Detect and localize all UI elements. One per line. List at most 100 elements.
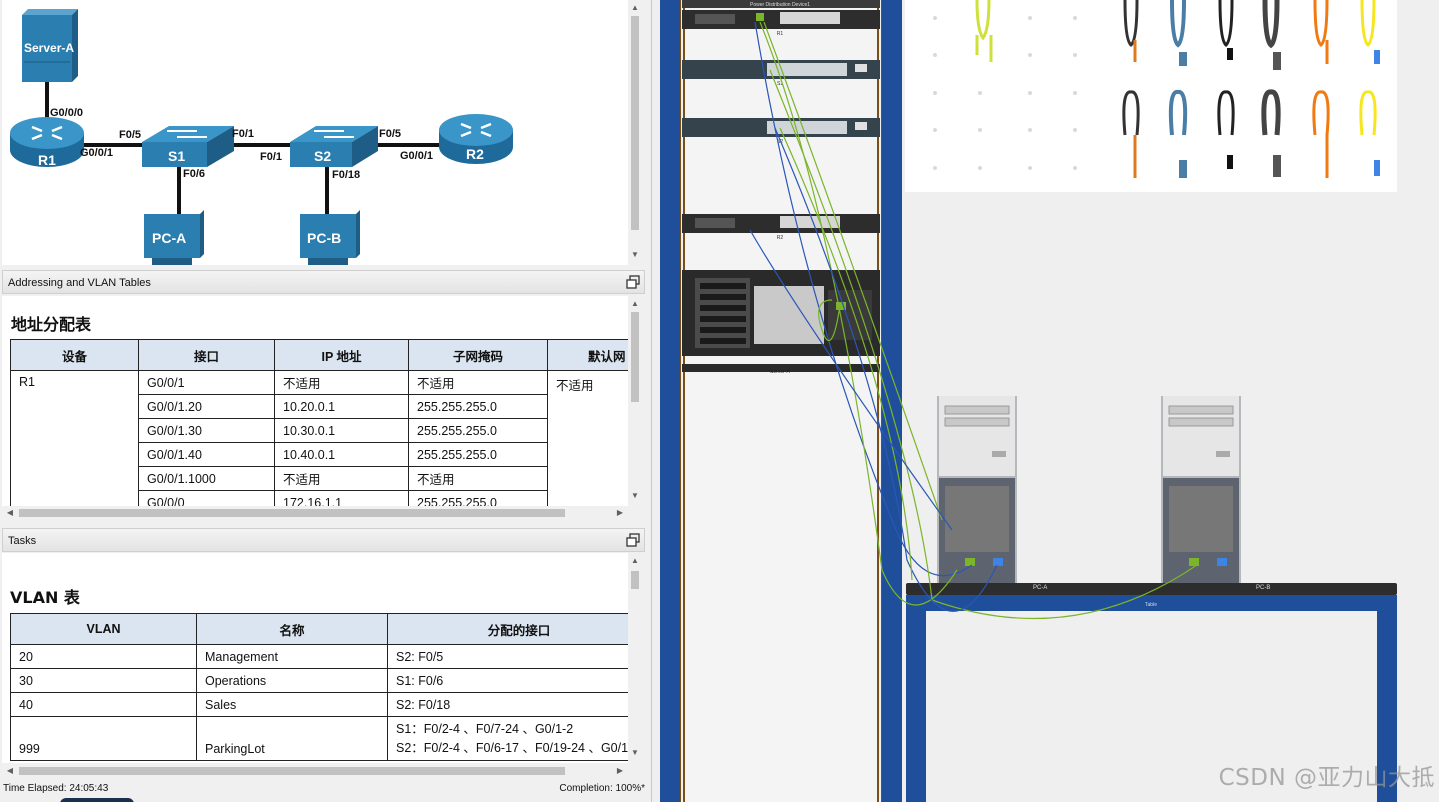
port-label: G0/0/1 [80, 147, 114, 159]
cell-mask: 255.255.255.0 [408, 442, 548, 467]
tasks-vscroll[interactable]: ▲ ▼ [628, 553, 642, 763]
cell-name: ParkingLot [196, 716, 388, 761]
cell-vlan: 40 [10, 692, 197, 717]
vlan-table: VLAN 名称 分配的接口 20 Management S2: F0/5 30 … [10, 613, 628, 761]
cell-interface: G0/0/1 [138, 370, 275, 395]
port-label: F0/5 [119, 129, 142, 141]
equipment-rack: Power Distribution Device1 R1 S1 S2 R2 S… [660, 0, 902, 802]
r2-rack-label: R2 [777, 235, 784, 241]
table-row: 40 Sales S2: F0/18 [10, 692, 628, 717]
topology-diagram: Server-A R1 S1 S2 R2 PC-A PC-B G0/0/0 F0… [2, 0, 628, 265]
cell-name: Operations [196, 668, 388, 693]
port-label: G0/0/1 [400, 150, 434, 162]
label-s2: S2 [314, 148, 332, 164]
cell-ports: S2: F0/18 [387, 692, 628, 717]
switch-s2-icon[interactable] [290, 126, 378, 167]
table-row: R1 G0/0/1 不适用 不适用 不适用 [10, 370, 628, 506]
cell-mask: 255.255.255.0 [408, 394, 548, 419]
label-r2: R2 [466, 146, 484, 162]
addressing-table-area: 地址分配表 设备 接口 IP 地址 子网掩码 默认网 R1 G0/0/1 不适用… [2, 296, 628, 506]
column-header: IP 地址 [274, 339, 409, 371]
port-label: F0/5 [379, 128, 402, 140]
cell-mask: 255.255.255.0 [408, 490, 548, 506]
cell-mask: 不适用 [408, 466, 548, 491]
cell-gateway: 不适用 [547, 370, 628, 506]
addressing-table-title: 地址分配表 [11, 315, 92, 334]
addressing-panel-title: Addressing and VLAN Tables [8, 277, 151, 289]
cable-rack-row-2[interactable] [1122, 89, 1380, 178]
cell-vlan: 30 [10, 668, 197, 693]
desk-label-pc-b: PC-B [1256, 585, 1271, 591]
restore-window-icon[interactable] [626, 275, 640, 289]
cell-ip: 不适用 [274, 466, 409, 491]
cell-interface: G0/0/0 [138, 490, 275, 506]
cell-ip: 10.20.0.1 [274, 394, 409, 419]
desk-label-pc-a: PC-A [1033, 585, 1048, 591]
pc-b-tower[interactable] [1161, 396, 1241, 584]
tasks-panel-title: Tasks [8, 535, 37, 547]
restore-window-icon[interactable] [626, 533, 640, 547]
cell-ip: 172.16.1.1 [274, 490, 409, 506]
table-row: 999 ParkingLot S1：F0/2-4 、F0/7-24 、G0/1-… [10, 716, 628, 761]
cell-name: Sales [196, 692, 388, 717]
status-indicator [60, 798, 134, 802]
cell-ports: S1：F0/2-4 、F0/7-24 、G0/1-2 S2：F0/2-4 、F0… [387, 716, 628, 761]
pdu-device[interactable]: Power Distribution Device1 [682, 0, 880, 8]
label-s1: S1 [168, 148, 186, 164]
label-pc-b: PC-B [307, 230, 342, 246]
vlan-table-area: VLAN 表 VLAN 名称 分配的接口 20 Management S2: F… [2, 553, 628, 763]
addressing-hscroll[interactable]: ◀ ▶ [2, 506, 628, 520]
cell-mask: 255.255.255.0 [408, 418, 548, 443]
server-rack-label: Server-A [770, 369, 790, 375]
packet-tracer-window: Server-A R1 S1 S2 R2 PC-A PC-B G0/0/0 F0… [0, 0, 1439, 802]
instructions-pane: Server-A R1 S1 S2 R2 PC-A PC-B G0/0/0 F0… [0, 0, 652, 802]
column-header: 设备 [10, 339, 139, 371]
port-label: F0/1 [232, 128, 255, 140]
topology-vscroll[interactable]: ▲ ▼ [628, 0, 642, 265]
table-row: 30 Operations S1: F0/6 [10, 668, 628, 693]
cell-device: R1 [10, 370, 139, 506]
time-elapsed: Time Elapsed: 24:05:43 [3, 783, 109, 794]
port-label: F0/18 [332, 169, 361, 181]
cell-ip: 10.30.0.1 [274, 418, 409, 443]
cell-mask: 不适用 [408, 370, 548, 395]
pc-a-tower[interactable] [937, 396, 1017, 584]
cell-interface: G0/0/1.1000 [138, 466, 275, 491]
ports-line: S2：F0/2-4 、F0/6-17 、F0/19-24 、G0/1 [396, 740, 628, 755]
column-header: 子网掩码 [408, 339, 548, 371]
cell-interface: G0/0/1.30 [138, 418, 275, 443]
table-row: 20 Management S2: F0/5 [10, 644, 628, 669]
column-header: 接口 [138, 339, 275, 371]
s2-rack-label: S2 [777, 139, 783, 145]
physical-workspace: Power Distribution Device1 R1 S1 S2 R2 S… [652, 0, 1439, 802]
vlan-table-title: VLAN 表 [10, 588, 80, 607]
completion-status: Completion: 100%* [559, 783, 645, 794]
addressing-vscroll[interactable]: ▲ ▼ [628, 296, 642, 506]
switch-s1-icon[interactable] [142, 126, 234, 167]
tasks-hscroll[interactable]: ◀ ▶ [2, 764, 628, 778]
cell-ip: 10.40.0.1 [274, 442, 409, 467]
cell-ports: S1: F0/6 [387, 668, 628, 693]
column-header: 默认网 [547, 339, 628, 371]
ports-line: S1：F0/2-4 、F0/7-24 、G0/1-2 [396, 721, 574, 736]
desk-top: PC-A PC-B [906, 583, 1397, 595]
column-header: 名称 [196, 613, 388, 645]
cell-interface: G0/0/1.40 [138, 442, 275, 467]
table-header-row: 设备 接口 IP 地址 子网掩码 默认网 [10, 339, 628, 371]
column-header: VLAN [10, 613, 197, 645]
cable-rack-row-1[interactable] [1123, 0, 1380, 70]
cable-pegboard [905, 0, 1397, 192]
cell-interface: G0/0/1.20 [138, 394, 275, 419]
table-label: Table [1145, 602, 1157, 608]
label-r1: R1 [38, 152, 56, 168]
tasks-panel-header: Tasks [2, 528, 645, 552]
port-label: F0/1 [260, 151, 283, 163]
label-pc-a: PC-A [152, 230, 187, 246]
cell-ip: 不适用 [274, 370, 409, 395]
cell-ports: S2: F0/5 [387, 644, 628, 669]
cable-icon[interactable] [975, 0, 993, 62]
r1-rack-label: R1 [777, 31, 784, 37]
table-header-row: VLAN 名称 分配的接口 [10, 613, 628, 645]
port-label: G0/0/0 [50, 107, 84, 119]
label-server-a: Server-A [24, 41, 75, 55]
